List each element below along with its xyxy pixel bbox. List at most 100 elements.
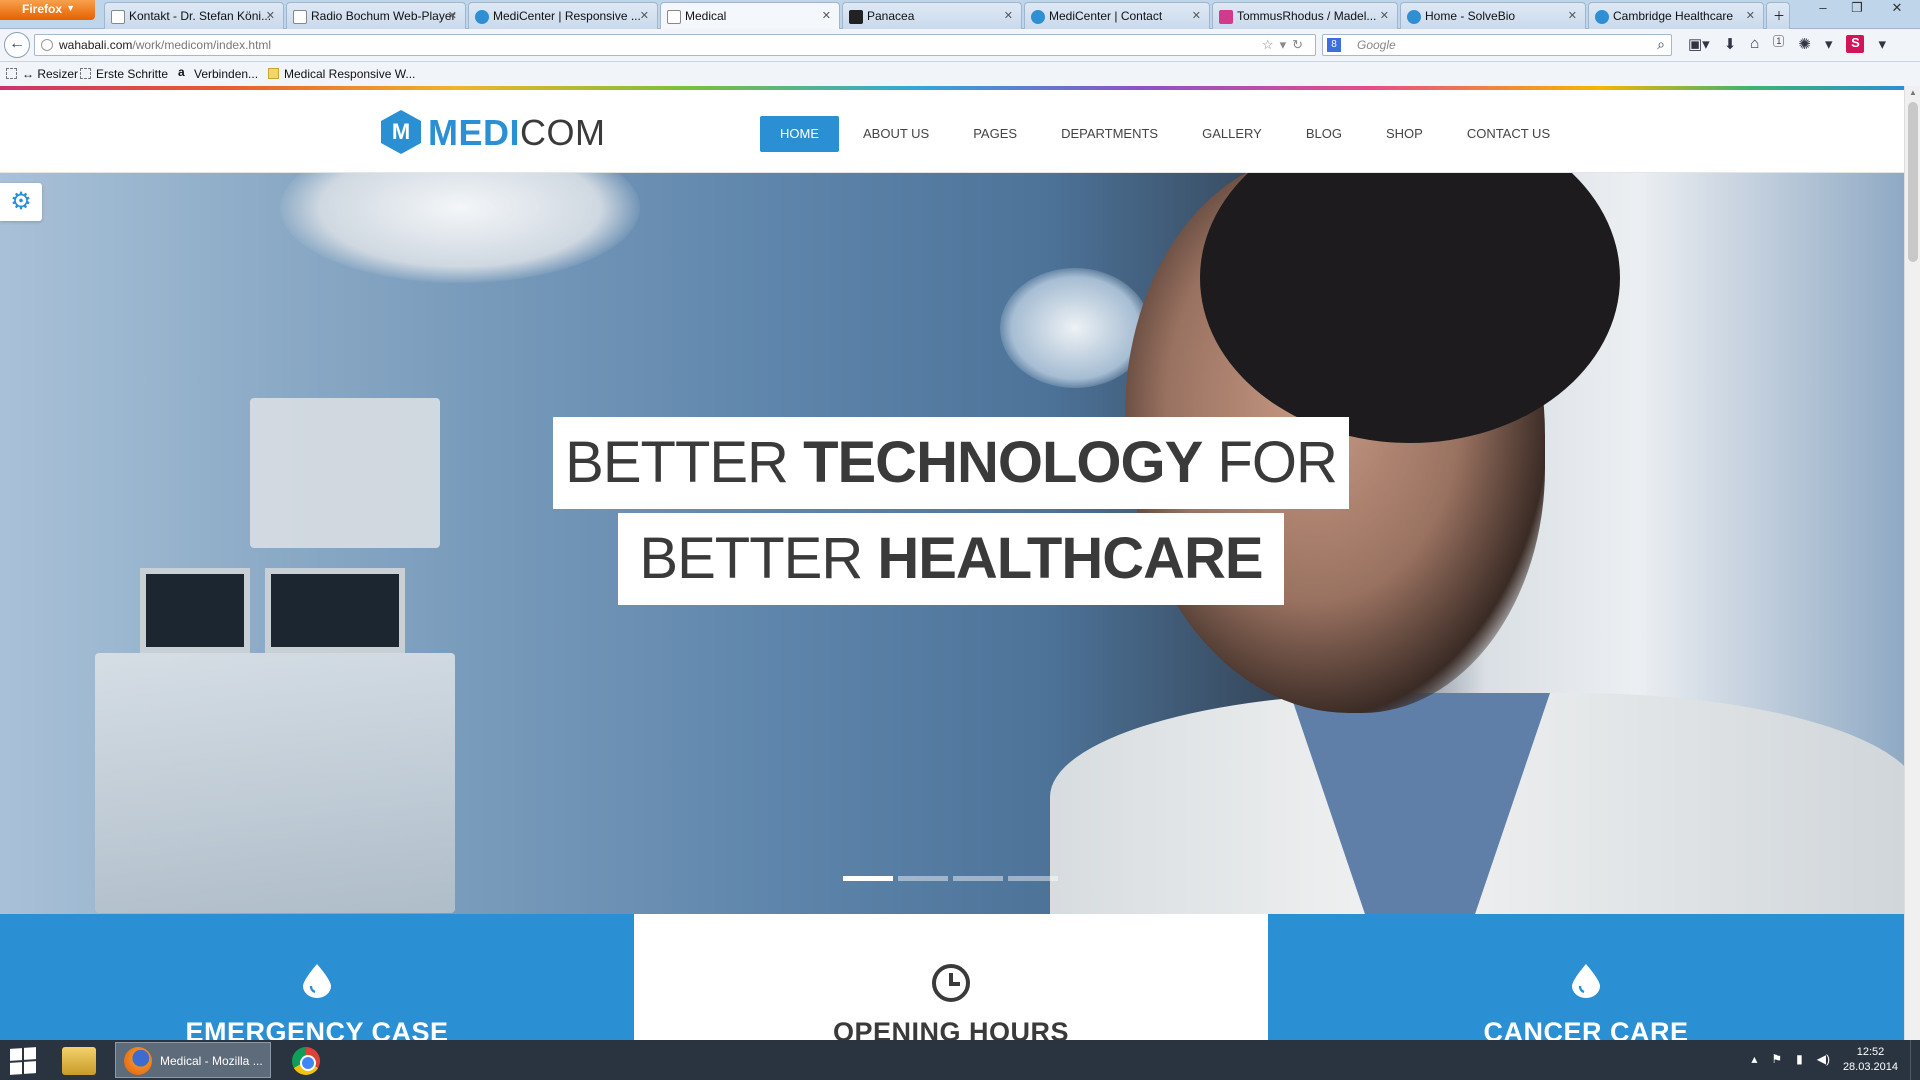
network-icon[interactable]: ▮ xyxy=(1796,1052,1803,1066)
file-explorer-icon[interactable] xyxy=(62,1047,96,1075)
close-tab-icon[interactable]: ✕ xyxy=(1380,9,1389,22)
scroll-up-icon[interactable]: ▲ xyxy=(1909,88,1917,97)
tray-expand-icon[interactable]: ▴ xyxy=(1751,1052,1757,1066)
nav-departments[interactable]: DEPARTMENTS xyxy=(1041,116,1178,152)
browser-tab-active[interactable]: Medical ✕ xyxy=(660,2,840,29)
nav-about-us[interactable]: ABOUT US xyxy=(843,116,949,152)
firefox-menu-label: Firefox xyxy=(22,2,63,16)
close-tab-icon[interactable]: ✕ xyxy=(1192,9,1201,22)
browser-tab[interactable]: MediCenter | Contact ✕ xyxy=(1024,2,1210,29)
page-icon xyxy=(111,10,125,24)
flag-icon[interactable]: ⚑ xyxy=(1771,1052,1782,1066)
url-host: wahabali.com xyxy=(59,38,133,52)
s-addon-icon[interactable]: S xyxy=(1846,35,1865,53)
volume-icon[interactable]: ◀) xyxy=(1817,1052,1830,1066)
close-tab-icon[interactable]: ✕ xyxy=(266,9,275,22)
close-tab-icon[interactable]: ✕ xyxy=(822,9,831,22)
clock-icon xyxy=(932,964,970,1002)
logo-icon[interactable]: M xyxy=(381,110,421,154)
equipment-screen xyxy=(140,568,250,653)
browser-tab[interactable]: Cambridge Healthcare ✕ xyxy=(1588,2,1764,29)
bookmark-folder[interactable]: Medical Responsive W... xyxy=(268,67,415,81)
slide-dot-active[interactable] xyxy=(843,876,893,881)
bookmark-star-icon[interactable]: ☆ xyxy=(1262,37,1280,52)
close-tab-icon[interactable]: ✕ xyxy=(448,9,457,22)
plus-icon: ＋ xyxy=(1773,9,1786,23)
bookmark-label: Erste Schritte xyxy=(96,67,169,81)
solvebio-favicon xyxy=(1407,10,1421,24)
restore-icon[interactable]: ❐ xyxy=(1840,0,1874,20)
tab-title: Kontakt - Dr. Stefan Köni... xyxy=(129,9,272,23)
browser-tab[interactable]: Radio Bochum Web-Player ✕ xyxy=(286,2,466,29)
nav-blog[interactable]: BLOG xyxy=(1286,116,1362,152)
url-path: /work/medicom/index.html xyxy=(132,38,272,52)
addon-icon[interactable]: ✺ xyxy=(1798,35,1811,53)
download-icon[interactable]: ⬇ xyxy=(1724,35,1737,53)
search-bar[interactable]: 8 Google ⌕ xyxy=(1322,34,1672,56)
logo-suffix: COM xyxy=(520,112,606,153)
overflow-icon[interactable]: ▾ xyxy=(1878,35,1886,53)
google-icon: 8 xyxy=(1327,38,1341,52)
page-icon xyxy=(293,10,307,24)
nav-contact-us[interactable]: CONTACT US xyxy=(1447,116,1570,152)
taskbar-firefox-window[interactable]: Medical - Mozilla ... xyxy=(115,1042,271,1078)
reload-icon[interactable]: ↻ xyxy=(1292,37,1309,52)
url-bar[interactable]: wahabali.com/work/medicom/index.html ☆▾↻ xyxy=(34,34,1316,56)
nav-gallery[interactable]: GALLERY xyxy=(1182,116,1282,152)
chrome-icon[interactable] xyxy=(292,1047,320,1075)
page-icon xyxy=(80,68,91,79)
windows-taskbar: Medical - Mozilla ... ▴ ⚑ ▮ ◀) 12:52 28.… xyxy=(0,1040,1920,1080)
page-scrollbar[interactable]: ▲ xyxy=(1904,86,1920,1040)
feature-cancer-care[interactable]: CANCER CARE xyxy=(1268,914,1904,1040)
tab-title: Cambridge Healthcare xyxy=(1613,9,1734,23)
feature-emergency-case[interactable]: EMERGENCY CASE xyxy=(0,914,634,1040)
new-tab-button[interactable]: ＋ xyxy=(1766,2,1790,29)
close-tab-icon[interactable]: ✕ xyxy=(640,9,649,22)
tab-title: MediCenter | Contact xyxy=(1049,9,1163,23)
back-button[interactable]: ← xyxy=(4,32,30,58)
bookmark-item[interactable]: ↔ Resizer xyxy=(6,67,78,81)
firefox-menu-button[interactable]: Firefox ▼ xyxy=(0,0,95,20)
close-window-icon[interactable]: ✕ xyxy=(1874,0,1920,20)
nav-pages[interactable]: PAGES xyxy=(953,116,1037,152)
show-desktop-button[interactable] xyxy=(1910,1040,1920,1080)
browser-tab[interactable]: Home - SolveBio ✕ xyxy=(1400,2,1586,29)
bookmark-item[interactable]: Erste Schritte xyxy=(80,67,168,81)
menu-dropdown-icon[interactable]: ▾ xyxy=(1825,35,1833,53)
globe-icon xyxy=(41,39,53,51)
browser-tab-strip: Firefox ▼ Kontakt - Dr. Stefan Köni... ✕… xyxy=(0,0,1920,29)
slide-dot[interactable] xyxy=(953,876,1003,881)
nav-home[interactable]: HOME xyxy=(760,116,839,152)
bookmark-item[interactable]: a Verbinden... xyxy=(178,65,258,81)
close-tab-icon[interactable]: ✕ xyxy=(1004,9,1013,22)
bookmark-label: Medical Responsive W... xyxy=(284,67,416,81)
feature-opening-hours[interactable]: OPENING HOURS xyxy=(634,914,1268,1040)
site-logo[interactable]: MEDICOM xyxy=(428,112,606,154)
slide-dot[interactable] xyxy=(898,876,948,881)
close-tab-icon[interactable]: ✕ xyxy=(1746,9,1755,22)
hero-text: BETTER xyxy=(565,430,804,495)
amazon-icon: a xyxy=(178,65,185,79)
windows-start-icon[interactable] xyxy=(10,1047,36,1075)
window-controls: – ❐ ✕ xyxy=(1806,0,1920,22)
system-clock[interactable]: 12:52 28.03.2014 xyxy=(1843,1045,1898,1075)
home-icon[interactable]: ⌂ xyxy=(1750,35,1759,53)
folder-icon xyxy=(268,68,279,79)
search-icon[interactable]: ⌕ xyxy=(1657,36,1665,53)
browser-tab[interactable]: TommusRhodus / Madel... ✕ xyxy=(1212,2,1398,29)
tab-title: Panacea xyxy=(867,9,915,23)
scrollbar-thumb[interactable] xyxy=(1908,102,1918,262)
style-switcher-button[interactable]: ⚙ xyxy=(0,183,42,221)
minimize-icon[interactable]: – xyxy=(1806,0,1840,20)
dropdown-icon[interactable]: ▾ xyxy=(1280,37,1293,52)
browser-tab[interactable]: MediCenter | Responsive ... ✕ xyxy=(468,2,658,29)
browser-tab[interactable]: Panacea ✕ xyxy=(842,2,1022,29)
nav-shop[interactable]: SHOP xyxy=(1366,116,1443,152)
hero-headline-line-1: BETTER TECHNOLOGY FOR xyxy=(553,417,1349,509)
slide-dot[interactable] xyxy=(1008,876,1058,881)
notification-badge[interactable]: 1 xyxy=(1773,35,1785,47)
firefox-icon xyxy=(124,1047,152,1075)
browser-tab[interactable]: Kontakt - Dr. Stefan Köni... ✕ xyxy=(104,2,284,29)
close-tab-icon[interactable]: ✕ xyxy=(1568,9,1577,22)
bookmarks-menu-icon[interactable]: ▣▾ xyxy=(1688,35,1710,53)
